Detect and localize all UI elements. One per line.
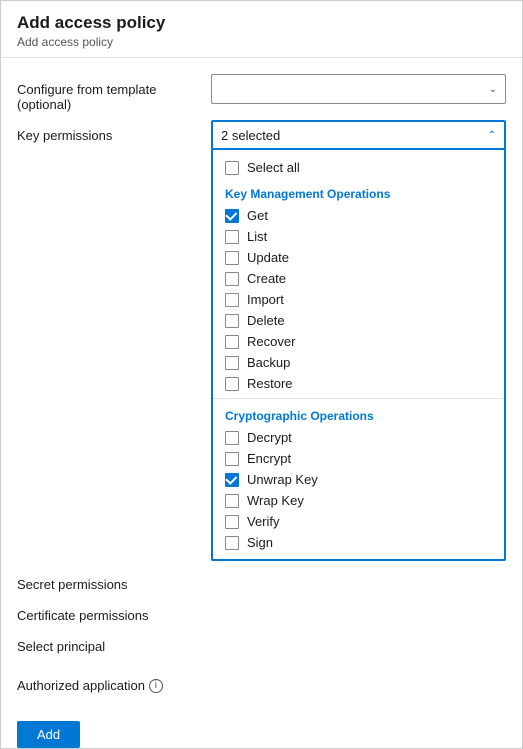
checkbox-row-delete[interactable]: Delete [213, 310, 504, 331]
configure-template-arrow-icon: ⌄ [489, 84, 497, 95]
label-import: Import [247, 292, 284, 307]
label-update: Update [247, 250, 289, 265]
checkbox-row-encrypt[interactable]: Encrypt [213, 448, 504, 469]
checkbox-wrap-key[interactable] [225, 494, 239, 508]
key-permissions-panel: Select all Key Management Operations Get… [211, 150, 506, 561]
key-permissions-dropdown[interactable]: 2 selected ⌃ [211, 120, 506, 150]
checkbox-row-list[interactable]: List [213, 226, 504, 247]
checkbox-row-wrap-key[interactable]: Wrap Key [213, 490, 504, 511]
authorized-application-label-col: Authorized application i [1, 670, 211, 693]
panel-header: Add access policy Add access policy [1, 1, 522, 58]
checkbox-update[interactable] [225, 251, 239, 265]
checkbox-verify[interactable] [225, 515, 239, 529]
select-all-row[interactable]: Select all [213, 156, 504, 179]
label-list: List [247, 229, 267, 244]
checkbox-row-import[interactable]: Import [213, 289, 504, 310]
label-recover: Recover [247, 334, 295, 349]
checkbox-encrypt[interactable] [225, 452, 239, 466]
label-delete: Delete [247, 313, 285, 328]
select-all-label: Select all [247, 160, 300, 175]
label-get: Get [247, 208, 268, 223]
key-permissions-row: Key permissions 2 selected ⌃ Select all … [1, 120, 522, 569]
label-sign: Sign [247, 535, 273, 550]
checkbox-sign[interactable] [225, 536, 239, 550]
checkbox-create[interactable] [225, 272, 239, 286]
checkbox-list[interactable] [225, 230, 239, 244]
label-unwrap-key: Unwrap Key [247, 472, 318, 487]
label-create: Create [247, 271, 286, 286]
configure-template-dropdown[interactable]: ⌄ [211, 74, 506, 104]
authorized-application-info-icon[interactable]: i [149, 679, 163, 693]
authorized-application-row: Authorized application i [1, 670, 522, 693]
key-management-header: Key Management Operations [213, 181, 504, 205]
configure-template-row: Configure from template (optional) ⌄ [1, 74, 522, 112]
select-principal-label: Select principal [1, 631, 211, 654]
label-restore: Restore [247, 376, 293, 391]
key-permissions-label: Key permissions [1, 120, 211, 143]
secret-permissions-row: Secret permissions [1, 569, 522, 592]
key-permissions-control: 2 selected ⌃ Select all Key Management O… [211, 120, 522, 569]
checkbox-recover[interactable] [225, 335, 239, 349]
label-backup: Backup [247, 355, 290, 370]
checkbox-delete[interactable] [225, 314, 239, 328]
checkbox-row-get[interactable]: Get [213, 205, 504, 226]
checkbox-row-verify[interactable]: Verify [213, 511, 504, 532]
panel-subtitle: Add access policy [17, 35, 506, 49]
select-principal-row: Select principal [1, 631, 522, 654]
configure-template-label: Configure from template (optional) [1, 74, 211, 112]
label-encrypt: Encrypt [247, 451, 291, 466]
section-divider [213, 398, 504, 399]
checkbox-get[interactable] [225, 209, 239, 223]
label-decrypt: Decrypt [247, 430, 292, 445]
checkbox-row-decrypt[interactable]: Decrypt [213, 427, 504, 448]
add-button[interactable]: Add [17, 721, 80, 748]
checkbox-decrypt[interactable] [225, 431, 239, 445]
form-body: Configure from template (optional) ⌄ Key… [1, 74, 522, 748]
checkbox-row-unwrap-key[interactable]: Unwrap Key [213, 469, 504, 490]
certificate-permissions-row: Certificate permissions [1, 600, 522, 623]
panel-title: Add access policy [17, 13, 506, 33]
checkbox-row-create[interactable]: Create [213, 268, 504, 289]
checkbox-import[interactable] [225, 293, 239, 307]
authorized-application-label: Authorized application [17, 678, 145, 693]
add-access-policy-panel: Add access policy Add access policy Conf… [0, 0, 523, 749]
key-permissions-value: 2 selected [221, 128, 280, 143]
checkbox-restore[interactable] [225, 377, 239, 391]
key-permissions-arrow-icon: ⌃ [488, 130, 496, 141]
checkbox-unwrap-key[interactable] [225, 473, 239, 487]
add-button-area: Add [1, 709, 522, 748]
cryptographic-header: Cryptographic Operations [213, 403, 504, 427]
checkbox-row-recover[interactable]: Recover [213, 331, 504, 352]
checkbox-row-sign[interactable]: Sign [213, 532, 504, 553]
checkbox-row-restore[interactable]: Restore [213, 373, 504, 394]
label-wrap-key: Wrap Key [247, 493, 304, 508]
checkbox-row-update[interactable]: Update [213, 247, 504, 268]
checkbox-row-backup[interactable]: Backup [213, 352, 504, 373]
configure-template-control: ⌄ [211, 74, 522, 104]
certificate-permissions-label: Certificate permissions [1, 600, 211, 623]
label-verify: Verify [247, 514, 280, 529]
select-all-checkbox[interactable] [225, 161, 239, 175]
checkbox-backup[interactable] [225, 356, 239, 370]
secret-permissions-label: Secret permissions [1, 569, 211, 592]
